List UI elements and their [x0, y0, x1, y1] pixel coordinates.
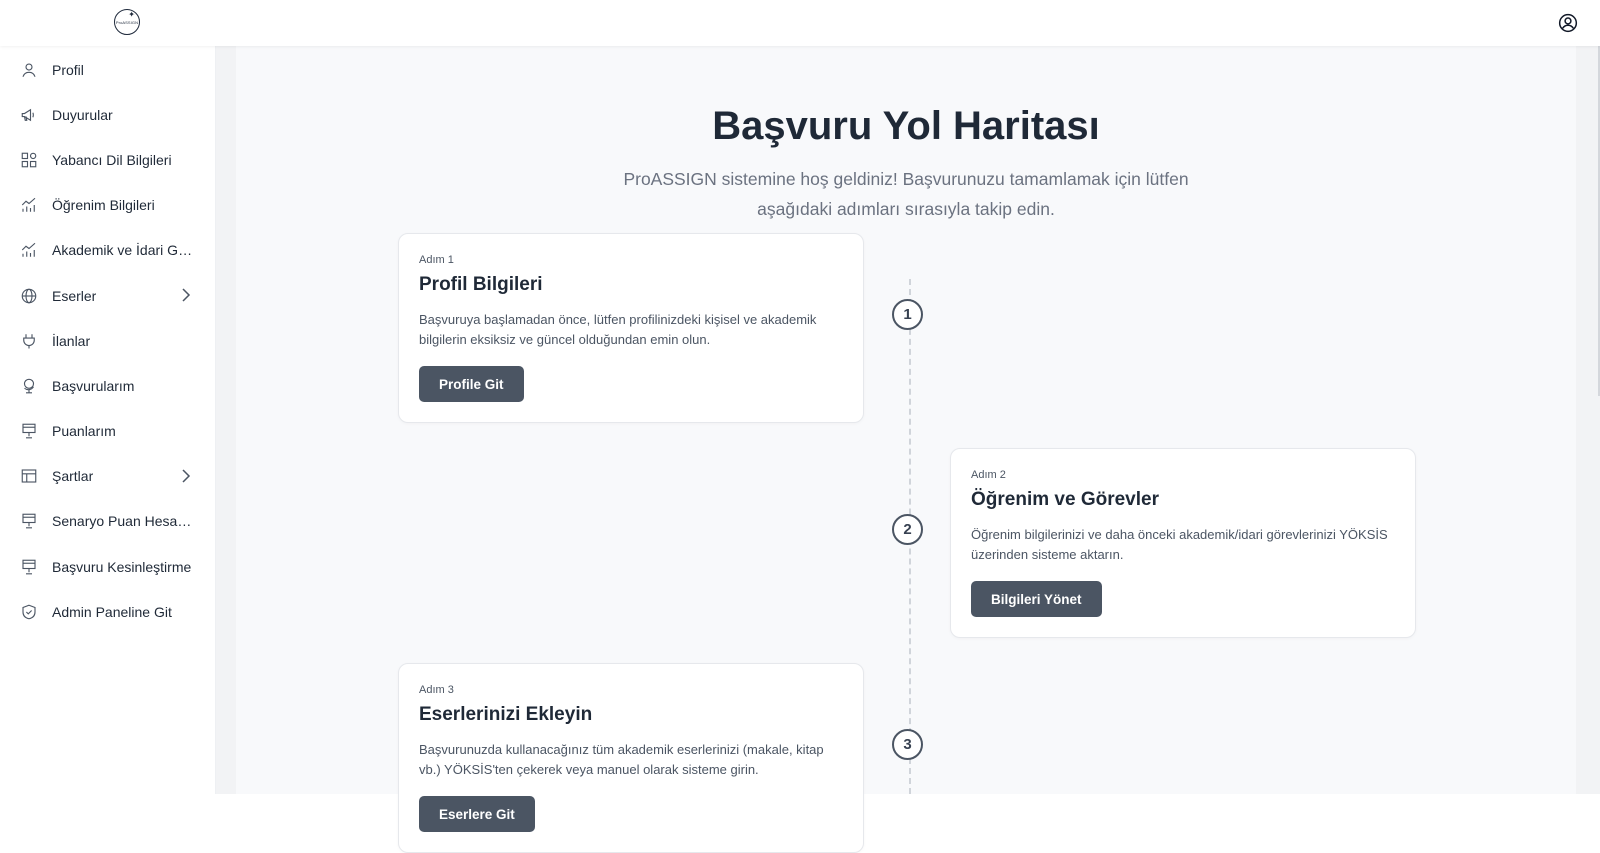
sidebar-item-label: Yabancı Dil Bilgileri: [52, 151, 172, 168]
step-label: Adım 2: [971, 469, 1006, 481]
sidebar-item-ilanlar[interactable]: İlanlar: [0, 318, 215, 363]
globe-icon: [20, 287, 38, 305]
step-card-1: Adım 1 Profil Bilgileri Başvuruya başlam…: [398, 233, 864, 423]
sidebar-item-senaryo-puan[interactable]: Senaryo Puan Hesaplama: [0, 499, 215, 544]
step-card-3: Adım 3 Eserlerinizi Ekleyin Başvurunuzda…: [398, 663, 864, 853]
app-logo[interactable]: ✦ ProASSIGN: [114, 9, 140, 35]
sidebar-item-yabanci-dil[interactable]: Yabancı Dil Bilgileri: [0, 137, 215, 182]
table-icon: [20, 467, 38, 485]
step-description: Başvuruya başlamadan önce, lütfen profil…: [419, 312, 817, 347]
step-description: Öğrenim bilgilerinizi ve daha önceki aka…: [971, 527, 1388, 562]
sidebar-item-duyurular[interactable]: Duyurular: [0, 92, 215, 137]
sidebar-item-admin-panel[interactable]: Admin Paneline Git: [0, 589, 215, 634]
step-title: Öğrenim ve Görevler: [971, 489, 1159, 510]
sidebar-item-label: İlanlar: [52, 332, 91, 349]
sidebar-item-label: Profil: [52, 61, 84, 78]
sidebar-item-profil[interactable]: Profil: [0, 47, 215, 92]
sidebar-item-label: Eserler: [52, 287, 97, 304]
step-label: Adım 3: [419, 684, 454, 696]
step-description: Başvurunuzda kullanacağınız tüm akademik…: [419, 742, 824, 777]
sidebar-item-label: Duyurular: [52, 106, 113, 123]
sidebar-item-label: Akademik ve İdari Görevler: [52, 242, 194, 259]
main-content: Başvuru Yol Haritası ProASSIGN sistemine…: [216, 46, 1600, 853]
sidebar-item-ogrenim[interactable]: Öğrenim Bilgileri: [0, 183, 215, 228]
chart-icon: [20, 241, 38, 259]
sidebar-item-label: Öğrenim Bilgileri: [52, 197, 155, 214]
sidebar-item-label: Puanlarım: [52, 423, 116, 440]
step-label: Adım 1: [419, 254, 454, 266]
monitor-icon: [20, 422, 38, 440]
shield-icon: [20, 603, 38, 621]
chart-icon: [20, 196, 38, 214]
chevron-right-icon[interactable]: [179, 287, 193, 303]
sidebar-item-label: Admin Paneline Git: [52, 603, 172, 620]
step-title: Eserlerinizi Ekleyin: [419, 704, 593, 725]
sidebar-item-label: Başvurularım: [52, 377, 135, 394]
sidebar-item-label: Başvuru Kesinleştirme: [52, 558, 192, 575]
user-icon: [20, 61, 38, 79]
grid-icon: [20, 151, 38, 169]
chevron-right-icon[interactable]: [179, 468, 193, 484]
sidebar-item-puanlarim[interactable]: Puanlarım: [0, 409, 215, 454]
sidebar-item-basvurularim[interactable]: Başvurularım: [0, 363, 215, 408]
sidebar-item-label: Senaryo Puan Hesaplama: [52, 513, 194, 530]
monitor-icon: [20, 558, 38, 576]
go-to-works-button[interactable]: Eserlere Git: [419, 796, 535, 832]
go-to-profile-button[interactable]: Profile Git: [419, 366, 524, 402]
roadmap-panel: Başvuru Yol Haritası ProASSIGN sistemine…: [236, 46, 1576, 853]
step-number-1: 1: [892, 299, 923, 330]
logo-star-icon: ✦: [128, 10, 135, 19]
sidebar-item-basvuru-kesinlestirme[interactable]: Başvuru Kesinleştirme: [0, 544, 215, 589]
user-account-icon[interactable]: [1558, 13, 1578, 33]
logo-text: ProASSIGN: [115, 19, 139, 25]
step-number-3: 3: [892, 729, 923, 760]
plug-icon: [20, 332, 38, 350]
step-number-2: 2: [892, 514, 923, 545]
sidebar: Profil Duyurular Yabancı Dil Bilgileri Ö…: [0, 46, 216, 794]
page-subtitle: ProASSIGN sistemine hoş geldiniz! Başvur…: [623, 169, 1189, 219]
sidebar-item-eserler[interactable]: Eserler: [0, 273, 215, 318]
monitor-icon: [20, 512, 38, 530]
sidebar-item-label: Şartlar: [52, 468, 94, 485]
megaphone-icon: [20, 106, 38, 124]
step-card-2: Adım 2 Öğrenim ve Görevler Öğrenim bilgi…: [950, 448, 1416, 638]
sidebar-item-akademik-idari[interactable]: Akademik ve İdari Görevler: [0, 228, 215, 273]
globe-stand-icon: [20, 377, 38, 395]
page-title: Başvuru Yol Haritası: [712, 104, 1100, 148]
manage-info-button[interactable]: Bilgileri Yönet: [971, 581, 1102, 617]
top-bar: ✦ ProASSIGN: [0, 0, 1600, 46]
sidebar-item-sartlar[interactable]: Şartlar: [0, 454, 215, 499]
step-title: Profil Bilgileri: [419, 274, 543, 295]
